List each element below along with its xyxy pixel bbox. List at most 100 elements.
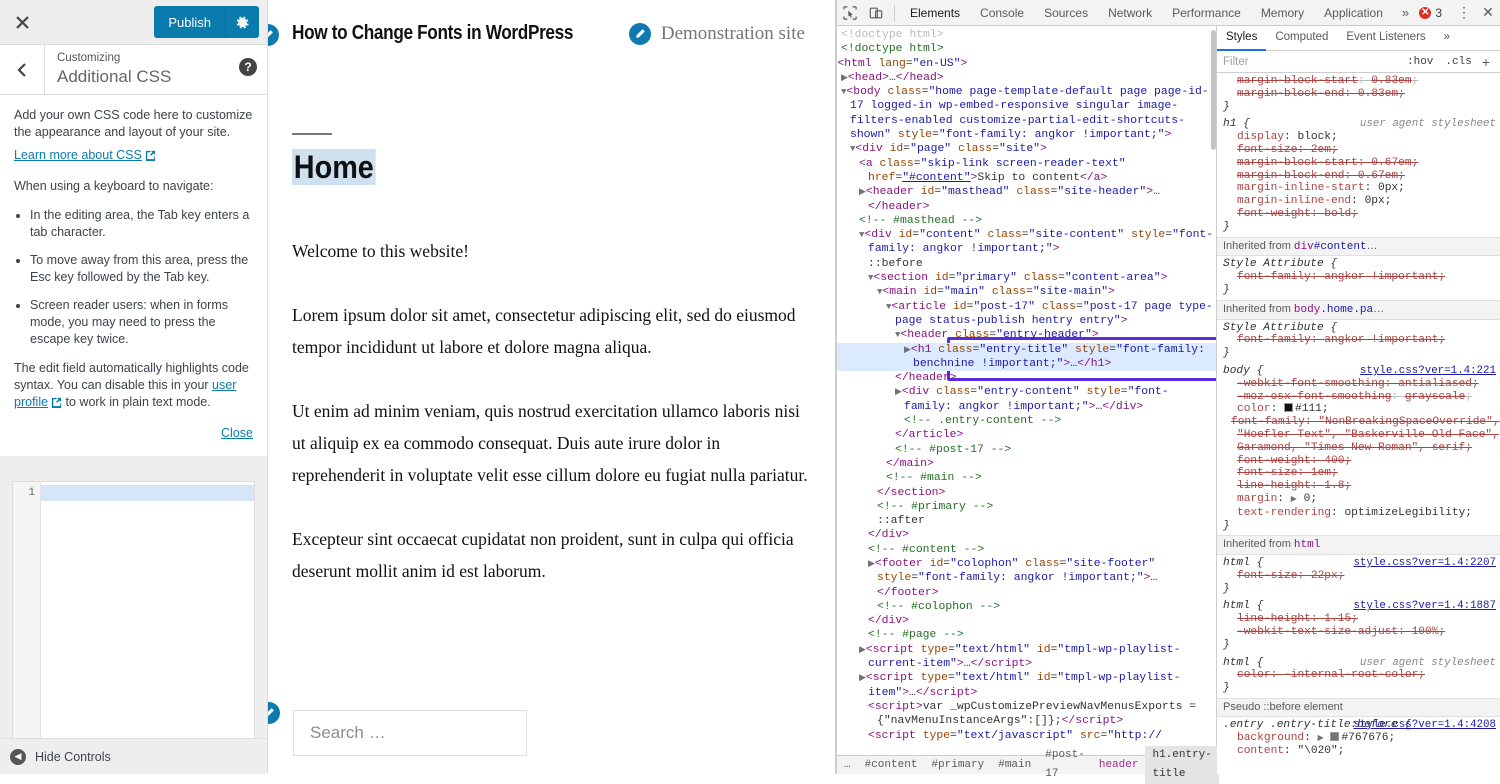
- color-swatch[interactable]: [1284, 403, 1294, 413]
- dom-node-line[interactable]: ▶<script type="text/html" id="tmpl-wp-pl…: [837, 671, 1216, 700]
- css-declaration[interactable]: font-family: angkor !important;: [1223, 271, 1500, 284]
- rule-source-link[interactable]: style.css?ver=1.4:1887: [1353, 600, 1496, 613]
- expand-arrow-icon[interactable]: ▶: [1291, 495, 1297, 504]
- dom-node-line[interactable]: ::after: [837, 514, 1216, 528]
- style-rule[interactable]: body {style.css?ver=1.4:221 -webkit-font-…: [1217, 363, 1500, 535]
- css-declaration[interactable]: margin: ▶ 0;: [1223, 493, 1500, 507]
- breadcrumb-item[interactable]: …: [837, 756, 858, 775]
- publish-button[interactable]: Publish: [154, 6, 225, 38]
- device-toolbar-button[interactable]: [863, 0, 889, 26]
- new-style-rule-button[interactable]: +: [1478, 54, 1494, 70]
- dom-node-line[interactable]: ▶<header id="masthead" class="site-heade…: [837, 185, 1216, 214]
- dom-node-line[interactable]: <!-- #primary -->: [837, 500, 1216, 514]
- dom-node-line[interactable]: ▼<header class="entry-header">: [837, 328, 1216, 342]
- tab-event-listeners[interactable]: Event Listeners: [1337, 25, 1434, 51]
- css-declaration[interactable]: line-height: 1.15;: [1223, 613, 1500, 626]
- tab-sources[interactable]: Sources: [1034, 0, 1098, 26]
- dom-node-line[interactable]: </div>: [837, 528, 1216, 542]
- tab-console[interactable]: Console: [970, 0, 1034, 26]
- close-devtools-button[interactable]: ✕: [1476, 0, 1500, 26]
- dom-node-line[interactable]: </main>: [837, 457, 1216, 471]
- css-declaration[interactable]: margin-block-end: 0.67em;: [1223, 170, 1500, 183]
- dom-node-line[interactable]: ▶<script type="text/html" id="tmpl-wp-pl…: [837, 643, 1216, 672]
- rule-selector[interactable]: Style Attribute {: [1223, 258, 1500, 271]
- hide-controls-button[interactable]: ◀ Hide Controls: [10, 748, 111, 765]
- dom-node-line[interactable]: <!-- .entry-content -->: [837, 414, 1216, 428]
- close-customizer-button[interactable]: [0, 0, 45, 45]
- expand-arrow-icon[interactable]: ▶: [1318, 734, 1324, 743]
- tab-network[interactable]: Network: [1098, 0, 1162, 26]
- rule-selector[interactable]: Style Attribute {: [1223, 322, 1500, 335]
- style-rule[interactable]: Style Attribute {font-family: angkor !im…: [1217, 256, 1500, 299]
- tab-styles[interactable]: Styles: [1217, 25, 1267, 51]
- dom-node-line[interactable]: ▼<article id="post-17" class="post-17 pa…: [837, 300, 1216, 329]
- dom-node-line[interactable]: <script type="text/javascript" src="http…: [837, 729, 1216, 743]
- css-declaration[interactable]: -webkit-font-smoothing: antialiased;: [1223, 378, 1500, 391]
- dom-node-line[interactable]: <!doctype html>: [837, 28, 1216, 42]
- tab-computed[interactable]: Computed: [1266, 25, 1337, 51]
- rule-source-link[interactable]: style.css?ver=1.4:2207: [1353, 557, 1496, 570]
- css-declaration[interactable]: font-family: "NonBreakingSpaceOverride",…: [1223, 416, 1500, 454]
- color-swatch[interactable]: [1330, 731, 1340, 741]
- styles-filter-input[interactable]: Filter: [1223, 56, 1401, 68]
- error-count-badge[interactable]: ✕ 3: [1419, 6, 1442, 20]
- css-declaration[interactable]: content: "\020";: [1223, 745, 1500, 758]
- css-editor[interactable]: 1: [12, 481, 255, 738]
- breadcrumb-item[interactable]: #content: [858, 756, 925, 775]
- style-rule[interactable]: .entry .entry-title:before {style.css?ve…: [1217, 717, 1500, 761]
- css-declaration[interactable]: color: #111;: [1223, 403, 1500, 416]
- more-tabs-button[interactable]: »: [1393, 5, 1418, 20]
- edit-shortcut-button[interactable]: [628, 22, 651, 45]
- inspect-element-button[interactable]: [837, 0, 863, 26]
- dom-node-line[interactable]: <!-- #main -->: [837, 471, 1216, 485]
- editor-code-area[interactable]: [41, 482, 254, 738]
- tab-elements[interactable]: Elements: [900, 0, 970, 26]
- toggle-cls-button[interactable]: .cls: [1439, 56, 1477, 68]
- style-rule[interactable]: h1 {user agent stylesheet display: block;…: [1217, 116, 1500, 236]
- dom-node-line[interactable]: ▶<div class="entry-content" style="font-…: [837, 385, 1216, 414]
- dom-node-line[interactable]: <script>var _wpCustomizePreviewNavMenusE…: [837, 700, 1216, 729]
- style-rule[interactable]: html {style.css?ver=1.4:2207 font-size: 2…: [1217, 555, 1500, 598]
- learn-more-link[interactable]: Learn more about CSS: [14, 148, 142, 162]
- dom-node-line[interactable]: <!doctype html>: [837, 42, 1216, 56]
- rule-source-link[interactable]: style.css?ver=1.4:4208: [1353, 719, 1496, 732]
- css-declaration[interactable]: color: -internal-root-color;: [1223, 669, 1500, 682]
- dom-node-line[interactable]: <!-- #page -->: [837, 628, 1216, 642]
- back-button[interactable]: [0, 45, 45, 94]
- css-declaration[interactable]: font-size: 1em;: [1223, 467, 1500, 480]
- css-declaration[interactable]: -moz-osx-font-smoothing: grayscale;: [1223, 391, 1500, 404]
- styles-more-tabs-button[interactable]: »: [1435, 25, 1459, 51]
- css-declaration[interactable]: text-rendering: optimizeLegibility;: [1223, 507, 1500, 520]
- css-declaration[interactable]: margin-inline-end: 0px;: [1223, 195, 1500, 208]
- css-declaration[interactable]: -webkit-text-size-adjust: 100%;: [1223, 626, 1500, 639]
- dom-node-line[interactable]: ▼<html lang="en-US">: [837, 57, 1216, 71]
- style-rule[interactable]: html {style.css?ver=1.4:1887 line-height:…: [1217, 598, 1500, 654]
- dom-node-line[interactable]: ▼<div id="page" class="site">: [837, 142, 1216, 156]
- css-declaration[interactable]: font-family: angkor !important;: [1223, 334, 1500, 347]
- dom-node-line[interactable]: <!-- #colophon -->: [837, 600, 1216, 614]
- dom-node-line[interactable]: <!-- #masthead -->: [837, 214, 1216, 228]
- style-rule[interactable]: margin-block-start: 0.83em; margin-block-…: [1217, 73, 1500, 116]
- css-declaration[interactable]: font-size: 22px;: [1223, 570, 1500, 583]
- dom-node-line[interactable]: <!-- #content -->: [837, 543, 1216, 557]
- css-declaration[interactable]: font-weight: bold;: [1223, 208, 1500, 221]
- css-declaration[interactable]: display: block;: [1223, 131, 1500, 144]
- publish-settings-button[interactable]: [225, 6, 259, 38]
- css-declaration[interactable]: margin-inline-start: 0px;: [1223, 182, 1500, 195]
- style-rule[interactable]: html {user agent stylesheet color: -inter…: [1217, 655, 1500, 698]
- dom-node-line[interactable]: ▶<footer id="colophon" class="site-foote…: [837, 557, 1216, 600]
- css-declaration[interactable]: font-size: 2em;: [1223, 144, 1500, 157]
- devtools-menu-button[interactable]: ⋮: [1452, 0, 1476, 26]
- dom-node-line[interactable]: <!-- #post-17 -->: [837, 443, 1216, 457]
- edit-shortcut-button[interactable]: [268, 702, 280, 724]
- dom-node-line[interactable]: </div>: [837, 614, 1216, 628]
- dom-node-line[interactable]: ▶<head>…</head>: [837, 71, 1216, 85]
- breadcrumb-item[interactable]: header: [1092, 756, 1146, 775]
- breadcrumb-item[interactable]: #main: [991, 756, 1038, 775]
- tab-memory[interactable]: Memory: [1251, 0, 1314, 26]
- css-declaration[interactable]: margin-block-start: 0.67em;: [1223, 157, 1500, 170]
- css-declaration[interactable]: margin-block-end: 0.83em;: [1223, 88, 1500, 101]
- css-declaration[interactable]: font-weight: 400;: [1223, 455, 1500, 468]
- dom-node-line[interactable]: <a class="skip-link screen-reader-text" …: [837, 157, 1216, 186]
- dom-node-line[interactable]: ▼<body class="home page-template-default…: [837, 85, 1216, 142]
